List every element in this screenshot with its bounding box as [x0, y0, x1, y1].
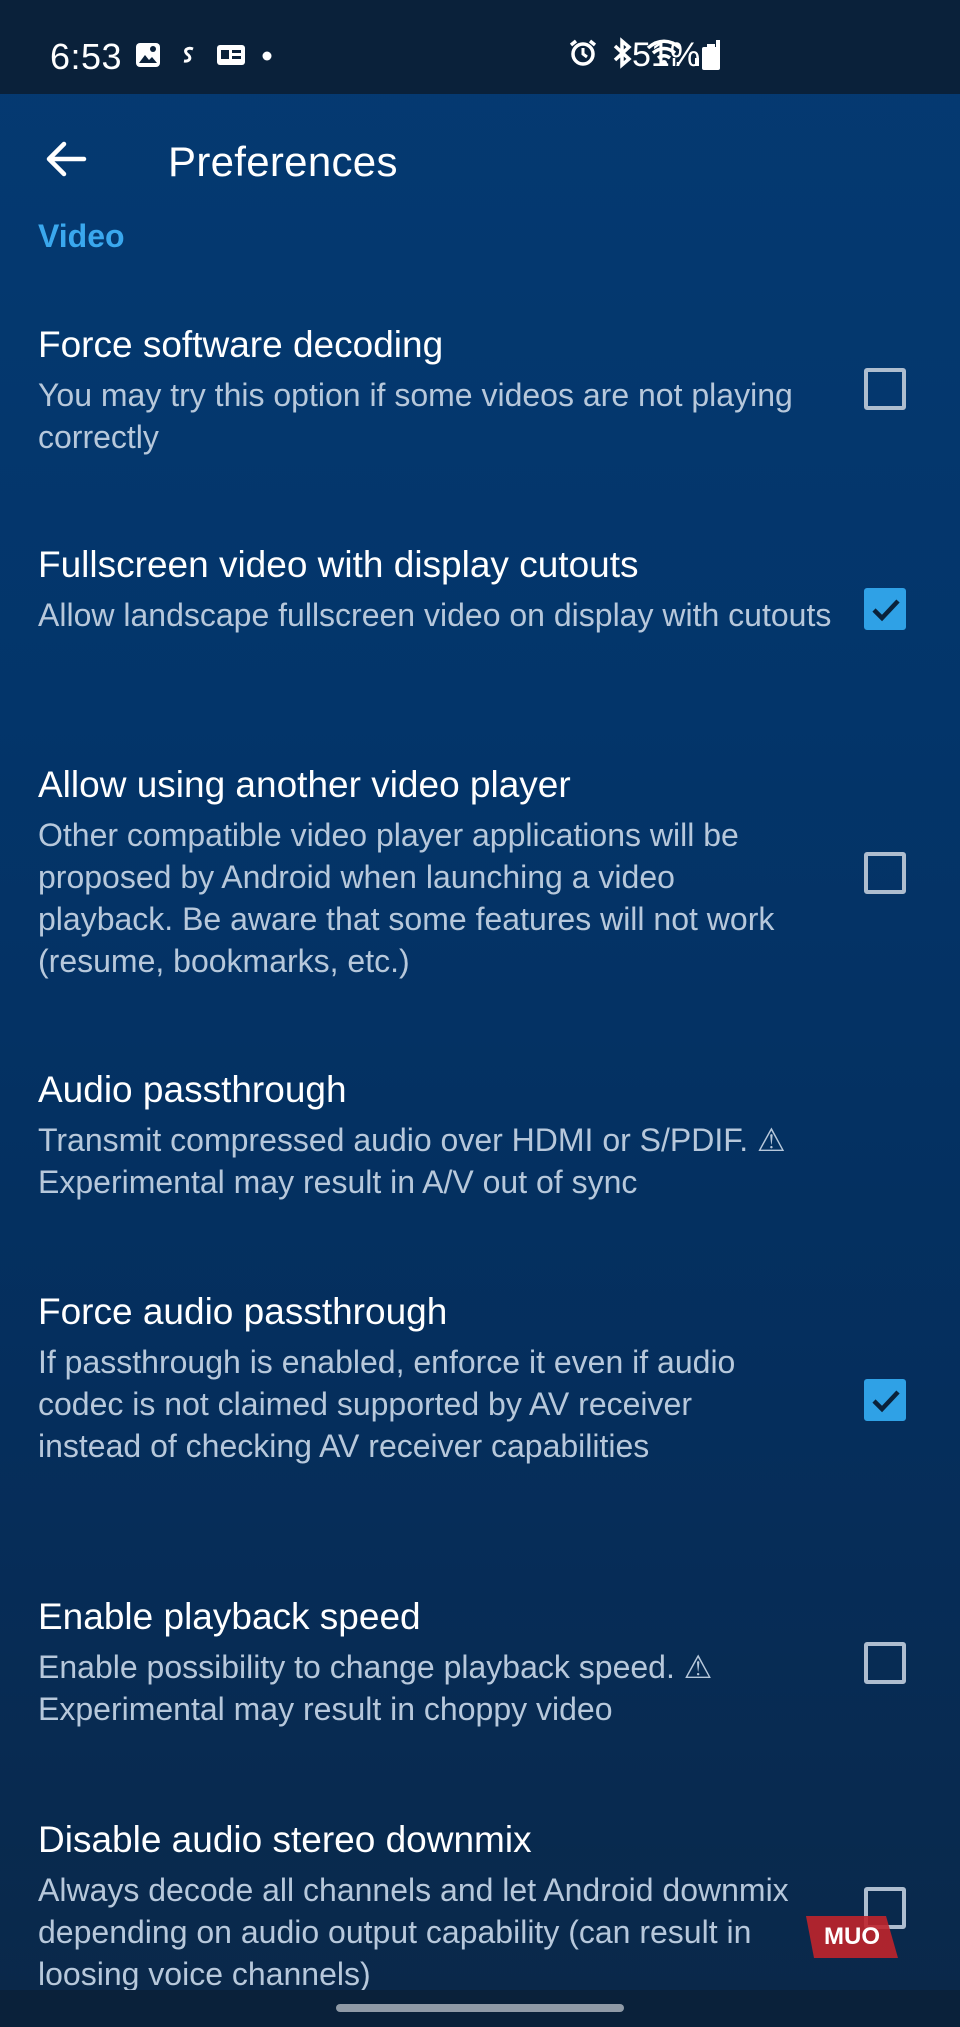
back-button[interactable] [32, 128, 100, 190]
pref-summary: Allow landscape fullscreen video on disp… [38, 597, 832, 633]
gallery-icon [134, 41, 162, 74]
pref-audio-passthrough[interactable]: Audio passthrough Transmit compressed au… [0, 1045, 960, 1225]
pref-enable-playback-speed[interactable]: Enable playback speed Enable possibility… [0, 1572, 960, 1752]
checkbox-checked[interactable] [864, 588, 906, 630]
status-time: 6:53 [50, 36, 123, 77]
checkbox-checked[interactable] [864, 1379, 906, 1421]
pref-disable-stereo-downmix[interactable]: Disable audio stereo downmix Always deco… [0, 1795, 960, 1995]
battery-percent: 51% [632, 36, 701, 74]
page-title: Preferences [168, 138, 398, 185]
pref-summary: Other compatible video player applicatio… [38, 817, 775, 979]
pref-fullscreen-display-cutouts[interactable]: Fullscreen video with display cutouts Al… [0, 520, 960, 700]
bluetooth-icon [610, 36, 634, 74]
pref-title: Allow using another video player [38, 764, 571, 805]
pref-title: Enable playback speed [38, 1596, 421, 1637]
checkbox[interactable] [864, 368, 906, 410]
watermark-text: MUO [824, 1923, 880, 1950]
home-indicator[interactable] [336, 2004, 624, 2012]
pref-summary: Transmit compressed audio over HDMI or S… [38, 1122, 786, 1200]
battery-icon [702, 44, 720, 70]
pref-another-video-player[interactable]: Allow using another video player Other c… [0, 740, 960, 990]
pref-summary: Enable possibility to change playback sp… [38, 1649, 713, 1727]
section-header-video: Video [38, 218, 125, 254]
pref-title: Force software decoding [38, 324, 444, 365]
pref-title: Audio passthrough [38, 1069, 347, 1110]
checkbox[interactable] [864, 1642, 906, 1684]
pref-force-software-decoding[interactable]: Force software decoding You may try this… [0, 300, 960, 480]
pref-title: Force audio passthrough [38, 1291, 448, 1332]
pref-title: Fullscreen video with display cutouts [38, 544, 639, 585]
pref-summary: If passthrough is enabled, enforce it ev… [38, 1344, 736, 1464]
notification-dot-icon [262, 48, 272, 66]
news-icon [216, 43, 246, 72]
pref-summary: You may try this option if some videos a… [38, 377, 793, 455]
pref-summary: Always decode all channels and let Andro… [38, 1872, 789, 1992]
checkmark-icon [872, 1390, 900, 1413]
pref-force-audio-passthrough[interactable]: Force audio passthrough If passthrough i… [0, 1267, 960, 1517]
watermark-logo: MUO [806, 1912, 898, 1958]
s-app-icon [178, 44, 200, 71]
alarm-icon [568, 38, 598, 73]
checkmark-icon [872, 599, 900, 622]
app-bar: Preferences [0, 94, 960, 224]
arrow-left-icon [46, 141, 87, 177]
checkbox[interactable] [864, 852, 906, 894]
status-left-icons [134, 42, 272, 72]
status-bar: 6:53 51% [0, 0, 960, 94]
pref-title: Disable audio stereo downmix [38, 1819, 532, 1860]
